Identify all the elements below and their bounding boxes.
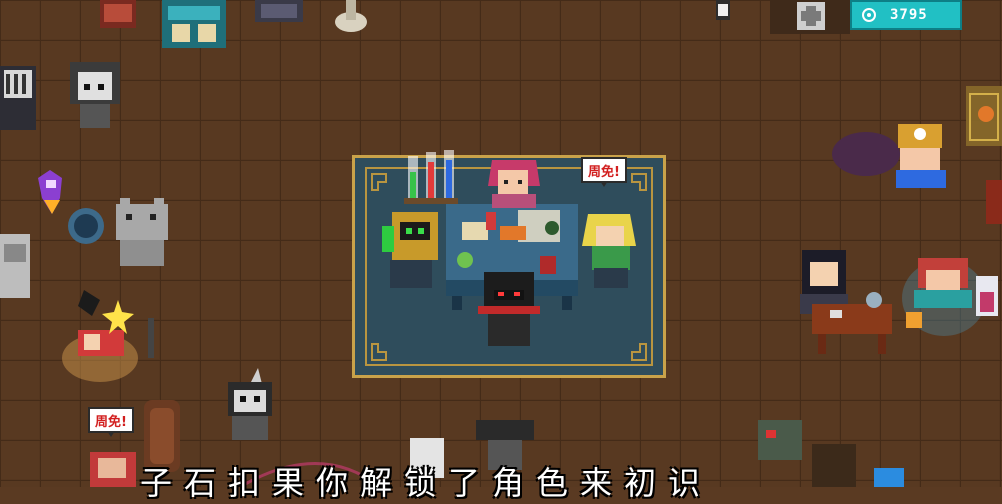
speech-bubble: 周免! — [581, 157, 627, 187]
gem-counter: 3795 — [850, 0, 962, 30]
video-subtitle: 子石扣果你解锁了角色来初识 — [140, 464, 713, 502]
speech-bubble: 周免! — [88, 407, 134, 437]
pink-hair-npc[interactable] — [488, 160, 540, 208]
gem-icon — [860, 6, 878, 24]
game-scene — [0, 0, 1002, 487]
gem-count: 3795 — [890, 7, 928, 23]
potion-rack[interactable] — [404, 150, 458, 204]
grey-cat-npc[interactable] — [116, 198, 168, 266]
